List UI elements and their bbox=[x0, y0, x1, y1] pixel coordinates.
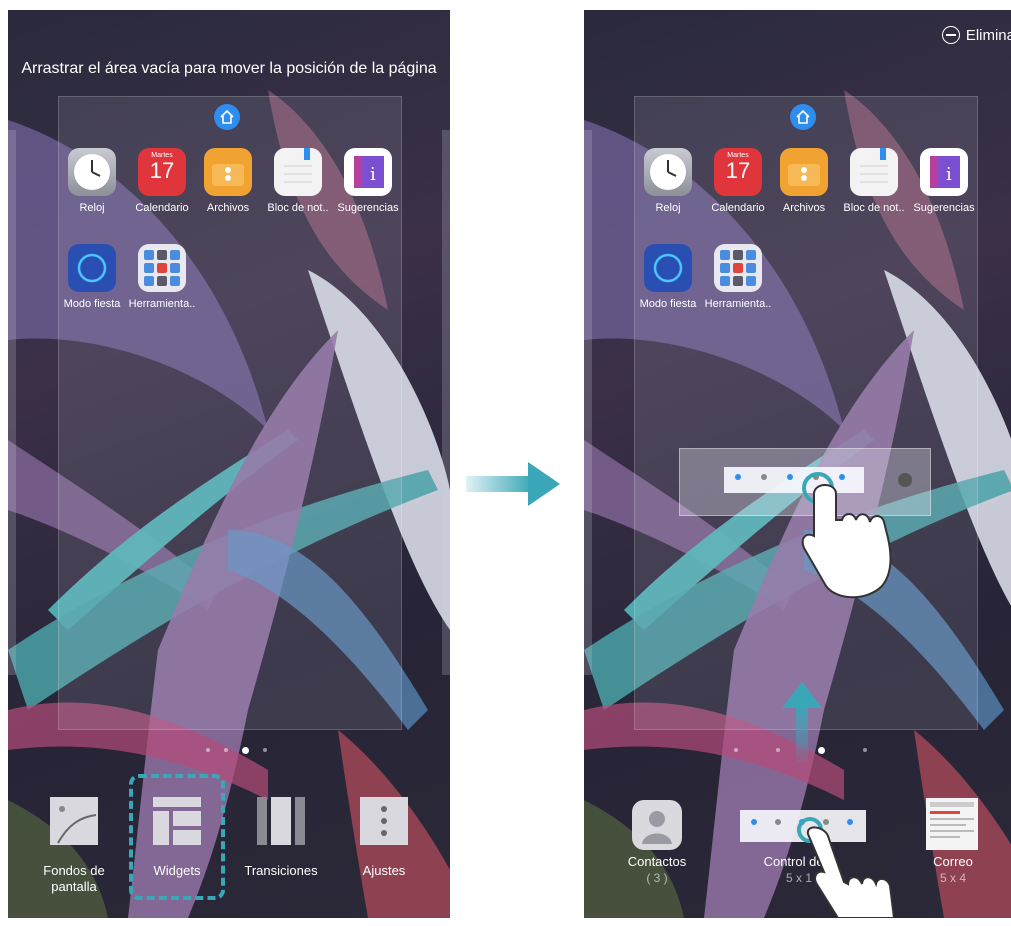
wallpaper-icon bbox=[48, 795, 100, 847]
press-hand-icon bbox=[797, 817, 894, 918]
app-modo-fiesta[interactable]: Modo fiesta bbox=[58, 244, 126, 310]
tool-settings[interactable]: Ajustes bbox=[339, 795, 429, 879]
app-label: Sugerencias bbox=[337, 202, 399, 214]
drag-hand-icon bbox=[801, 472, 892, 599]
remove-circle-icon bbox=[941, 26, 960, 44]
delete-button[interactable]: Eliminar bbox=[941, 26, 1011, 44]
app-label: Calendario bbox=[135, 202, 189, 214]
svg-text:i: i bbox=[370, 164, 376, 185]
previous-page-edge bbox=[8, 130, 16, 675]
app-sugerencias[interactable]: i Sugerencias bbox=[910, 148, 978, 214]
app-calendario[interactable]: Martes 17 Calendario bbox=[704, 148, 772, 214]
previous-page-edge bbox=[584, 130, 592, 675]
app-label: Archivos bbox=[206, 202, 250, 214]
app-label: Herramienta.. bbox=[704, 298, 772, 310]
page-dot[interactable] bbox=[224, 748, 228, 752]
page-dot-active[interactable] bbox=[818, 747, 825, 754]
app-reloj[interactable]: Reloj bbox=[634, 148, 702, 214]
home-page-icon[interactable] bbox=[790, 104, 816, 130]
app-reloj[interactable]: Reloj bbox=[58, 148, 126, 214]
app-label: Bloc de not.. bbox=[267, 202, 329, 214]
app-label: Reloj bbox=[79, 202, 105, 214]
widget-mail[interactable]: Correo 5 x 4 bbox=[898, 853, 1008, 887]
widget-size: ( 3 ) bbox=[646, 871, 668, 885]
right-phone-screen: Eliminar Reloj Martes 17 Calendario Arch… bbox=[584, 10, 1011, 918]
tools-folder-icon bbox=[138, 244, 186, 292]
mail-widget[interactable] bbox=[926, 798, 978, 850]
svg-text:i: i bbox=[946, 164, 952, 185]
delete-label: Eliminar bbox=[965, 26, 1011, 44]
party-mode-icon bbox=[68, 244, 116, 292]
tips-icon: i bbox=[920, 148, 968, 196]
widget-size: 5 x 4 bbox=[939, 871, 966, 885]
notepad-icon bbox=[850, 148, 898, 196]
brightness-icon bbox=[898, 473, 912, 487]
app-archivos[interactable]: Archivos bbox=[770, 148, 838, 214]
app-label: Sugerencias bbox=[913, 202, 975, 214]
notepad-icon bbox=[274, 148, 322, 196]
app-label: Calendario bbox=[711, 202, 765, 214]
app-archivos[interactable]: Archivos bbox=[194, 148, 262, 214]
app-modo-fiesta[interactable]: Modo fiesta bbox=[634, 244, 702, 310]
files-icon bbox=[780, 148, 828, 196]
drag-hint-text: Arrastrar el área vacía para mover la po… bbox=[21, 60, 437, 77]
home-page-icon[interactable] bbox=[214, 104, 240, 130]
tool-transitions[interactable]: Transiciones bbox=[236, 795, 326, 879]
app-sugerencias[interactable]: i Sugerencias bbox=[334, 148, 402, 214]
party-mode-icon bbox=[644, 244, 692, 292]
transitions-icon bbox=[255, 795, 307, 847]
app-calendario[interactable]: Martes 17 Calendario bbox=[128, 148, 196, 214]
page-dot-active[interactable] bbox=[242, 747, 249, 754]
app-label: Bloc de not.. bbox=[843, 202, 905, 214]
settings-icon bbox=[358, 795, 410, 847]
calendar-day: 17 bbox=[725, 158, 751, 183]
calendar-day: 17 bbox=[149, 158, 175, 183]
app-herramientas[interactable]: Herramienta.. bbox=[704, 244, 772, 310]
left-phone-screen: Arrastrar el área vacía para mover la po… bbox=[8, 10, 450, 918]
app-bloc-de-notas[interactable]: Bloc de not.. bbox=[840, 148, 908, 214]
next-page-edge bbox=[442, 130, 450, 675]
app-herramientas[interactable]: Herramienta.. bbox=[128, 244, 196, 310]
right-arrow-icon bbox=[466, 462, 560, 506]
page-dot[interactable] bbox=[206, 748, 210, 752]
widget-name: Contactos bbox=[627, 854, 687, 869]
widget-contacts[interactable]: Contactos ( 3 ) bbox=[602, 853, 712, 887]
app-label: Archivos bbox=[782, 202, 826, 214]
files-icon bbox=[204, 148, 252, 196]
page-dot[interactable] bbox=[776, 748, 780, 752]
tool-label: Ajustes bbox=[362, 863, 406, 878]
tool-wallpaper[interactable]: Fondos de pantalla bbox=[29, 795, 119, 895]
calendar-icon: Martes 17 bbox=[714, 148, 762, 196]
page-indicator bbox=[734, 747, 867, 754]
clock-icon bbox=[644, 148, 692, 196]
page-dot[interactable] bbox=[863, 748, 867, 752]
app-label: Modo fiesta bbox=[63, 298, 121, 310]
app-label: Herramienta.. bbox=[128, 298, 196, 310]
page-dot[interactable] bbox=[263, 748, 267, 752]
clock-icon bbox=[68, 148, 116, 196]
tool-label: Fondos de pantalla bbox=[43, 863, 105, 894]
app-label: Reloj bbox=[655, 202, 681, 214]
widget-name: Correo bbox=[933, 854, 973, 869]
page-dot[interactable] bbox=[734, 748, 738, 752]
calendar-icon: Martes 17 bbox=[138, 148, 186, 196]
tool-label: Transiciones bbox=[244, 863, 318, 878]
tips-icon: i bbox=[344, 148, 392, 196]
tools-folder-icon bbox=[714, 244, 762, 292]
contacts-icon[interactable] bbox=[632, 800, 682, 850]
widgets-highlight-box bbox=[129, 774, 225, 900]
page-indicator bbox=[206, 747, 267, 754]
app-bloc-de-notas[interactable]: Bloc de not.. bbox=[264, 148, 332, 214]
app-label: Modo fiesta bbox=[639, 298, 697, 310]
